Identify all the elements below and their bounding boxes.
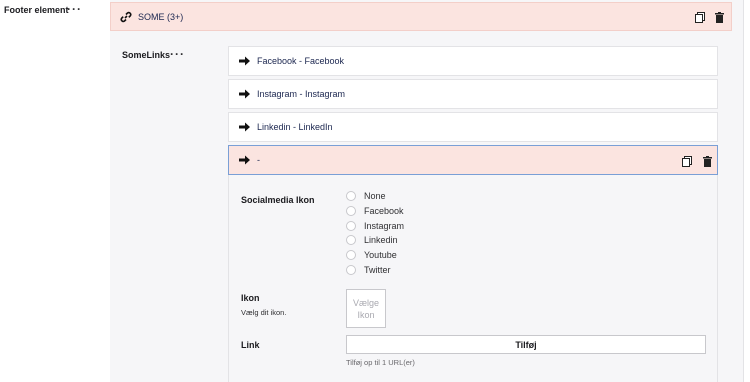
radio-option-none[interactable]: None [346,189,404,204]
radio-label: None [364,191,386,202]
socialmedia-ikon-label: Socialmedia Ikon [241,195,315,205]
link-item-linkedin[interactable]: Linkedin - LinkedIn [228,112,718,142]
radio-button[interactable] [346,250,356,261]
arrow-right-icon [239,89,250,99]
somelinks-menu-icon[interactable]: ··· [170,47,185,61]
copy-icon[interactable] [682,156,692,167]
radio-option-facebook[interactable]: Facebook [346,204,404,219]
radio-button[interactable] [346,191,356,202]
link-item-facebook[interactable]: Facebook - Facebook [228,46,718,76]
radio-button[interactable] [346,264,356,275]
ikon-label: Ikon [241,293,260,303]
add-link-label: Tilføj [515,339,537,350]
radio-label: Facebook [364,206,404,217]
copy-icon[interactable] [695,12,705,23]
radio-option-twitter[interactable]: Twitter [346,262,404,277]
arrow-right-icon [239,56,250,66]
socialmedia-radio-group: None Facebook Instagram Linkedin Youtube… [346,189,404,277]
ikon-description: Vælg dit ikon. [241,308,287,317]
choose-icon-button[interactable]: Vælge Ikon [346,289,386,328]
radio-button[interactable] [346,206,356,217]
block-title: SOME (3+) [138,12,184,22]
link-item-label: Linkedin - LinkedIn [257,122,333,132]
link-item-instagram[interactable]: Instagram - Instagram [228,79,718,109]
scrollbar[interactable] [743,0,750,382]
radio-label: Twitter [364,264,391,275]
radio-label: Youtube [364,250,397,261]
radio-label: Instagram [364,220,405,231]
arrow-right-icon [239,155,250,165]
choose-icon-label-line2: Ikon [357,309,375,320]
link-hint: Tilføj op til 1 URL(er) [346,358,415,367]
choose-icon-label-line1: Vælge [352,297,379,308]
footer-element-label: Footer element [4,5,69,15]
link-item-active[interactable]: - [228,145,718,175]
link-item-label: - [257,155,260,165]
arrow-right-icon [239,122,250,132]
trash-icon[interactable] [703,156,712,167]
add-link-button[interactable]: Tilføj [346,335,706,354]
somelinks-label: SomeLinks [122,50,171,60]
radio-button[interactable] [346,220,356,231]
link-icon [120,11,132,23]
link-item-label: Facebook - Facebook [257,56,345,66]
radio-option-linkedin[interactable]: Linkedin [346,233,404,248]
radio-option-youtube[interactable]: Youtube [346,248,404,263]
radio-label: Linkedin [364,235,398,246]
link-item-label: Instagram - Instagram [257,89,346,99]
link-label: Link [241,340,260,350]
footer-element-menu-icon[interactable]: ··· [67,2,82,16]
trash-icon[interactable] [715,12,724,23]
some-block-header[interactable]: SOME (3+) [110,2,732,31]
radio-option-instagram[interactable]: Instagram [346,218,404,233]
radio-button[interactable] [346,235,356,246]
